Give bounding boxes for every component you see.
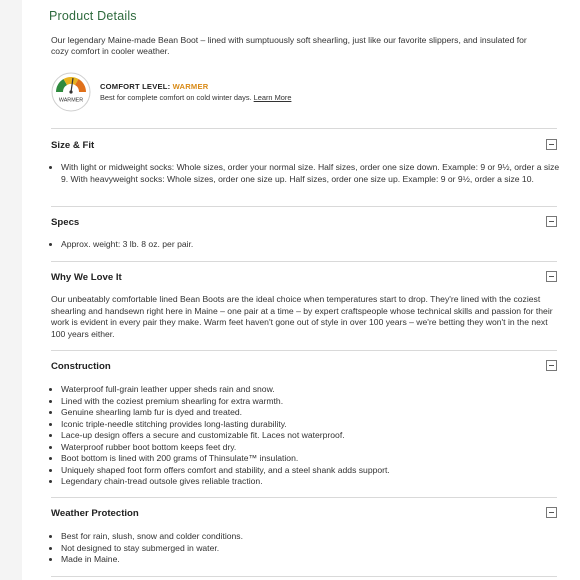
collapse-icon[interactable] xyxy=(546,271,557,282)
section-divider xyxy=(51,497,557,498)
weather-protection-list: Best for rain, slush, snow and colder co… xyxy=(51,531,561,566)
section-title-why-we-love-it: Why We Love It xyxy=(51,272,122,283)
intro-text: Our legendary Maine-made Bean Boot – lin… xyxy=(51,35,527,57)
section-title-size-fit: Size & Fit xyxy=(51,140,95,151)
section-header-size-fit[interactable]: Size & Fit xyxy=(51,139,557,155)
list-item: Best for rain, slush, snow and colder co… xyxy=(61,531,561,543)
left-rail xyxy=(0,0,22,580)
collapse-icon[interactable] xyxy=(546,139,557,150)
list-item: Legendary chain-tread outsole gives reli… xyxy=(61,476,561,488)
section-header-why-we-love-it[interactable]: Why We Love It xyxy=(51,271,557,287)
gauge-label: WARMER xyxy=(59,98,83,104)
list-item: Lined with the coziest premium shearling… xyxy=(61,396,561,408)
section-divider xyxy=(51,128,557,129)
section-divider xyxy=(51,576,557,577)
list-item: Boot bottom is lined with 200 grams of T… xyxy=(61,453,561,465)
list-item: Made in Maine. xyxy=(61,554,561,566)
list-item: Waterproof rubber boot bottom keeps feet… xyxy=(61,442,561,454)
section-divider xyxy=(51,206,557,207)
why-we-love-it-text: Our unbeatably comfortable lined Bean Bo… xyxy=(51,294,553,339)
collapse-icon[interactable] xyxy=(546,360,557,371)
learn-more-link[interactable]: Learn More xyxy=(254,93,292,102)
comfort-level-heading: COMFORT LEVEL: WARMER xyxy=(100,82,208,91)
product-details-page: Product Details Our legendary Maine-made… xyxy=(0,0,580,580)
section-header-construction[interactable]: Construction xyxy=(51,360,557,376)
list-item: Waterproof full-grain leather upper shed… xyxy=(61,384,561,396)
comfort-description-text: Best for complete comfort on cold winter… xyxy=(100,93,252,102)
specs-list: Approx. weight: 3 lb. 8 oz. per pair. xyxy=(51,239,561,251)
list-item: Iconic triple-needle stitching provides … xyxy=(61,419,561,431)
section-header-weather-protection[interactable]: Weather Protection xyxy=(51,507,557,523)
comfort-level-label: COMFORT LEVEL: xyxy=(100,82,171,91)
section-title-weather-protection: Weather Protection xyxy=(51,508,139,519)
section-header-specs[interactable]: Specs xyxy=(51,216,557,232)
list-item: With light or midweight socks: Whole siz… xyxy=(61,162,561,185)
collapse-icon[interactable] xyxy=(546,507,557,518)
section-title-construction: Construction xyxy=(51,361,111,372)
comfort-description: Best for complete comfort on cold winter… xyxy=(100,93,291,102)
list-item: Lace-up design offers a secure and custo… xyxy=(61,430,561,442)
list-item: Uniquely shaped foot form offers comfort… xyxy=(61,465,561,477)
list-item: Not designed to stay submerged in water. xyxy=(61,543,561,555)
size-fit-list: With light or midweight socks: Whole siz… xyxy=(51,162,561,185)
list-item: Genuine shearling lamb fur is dyed and t… xyxy=(61,407,561,419)
construction-list: Waterproof full-grain leather upper shed… xyxy=(51,384,561,488)
section-divider xyxy=(51,261,557,262)
section-title-specs: Specs xyxy=(51,217,80,228)
page-title: Product Details xyxy=(49,9,137,23)
comfort-level-value: WARMER xyxy=(172,82,209,91)
comfort-gauge-icon: WARMER xyxy=(51,72,91,112)
comfort-level-block: WARMER COMFORT LEVEL: WARMER Best for co… xyxy=(51,72,531,116)
collapse-icon[interactable] xyxy=(546,216,557,227)
section-divider xyxy=(51,350,557,351)
list-item: Approx. weight: 3 lb. 8 oz. per pair. xyxy=(61,239,561,251)
